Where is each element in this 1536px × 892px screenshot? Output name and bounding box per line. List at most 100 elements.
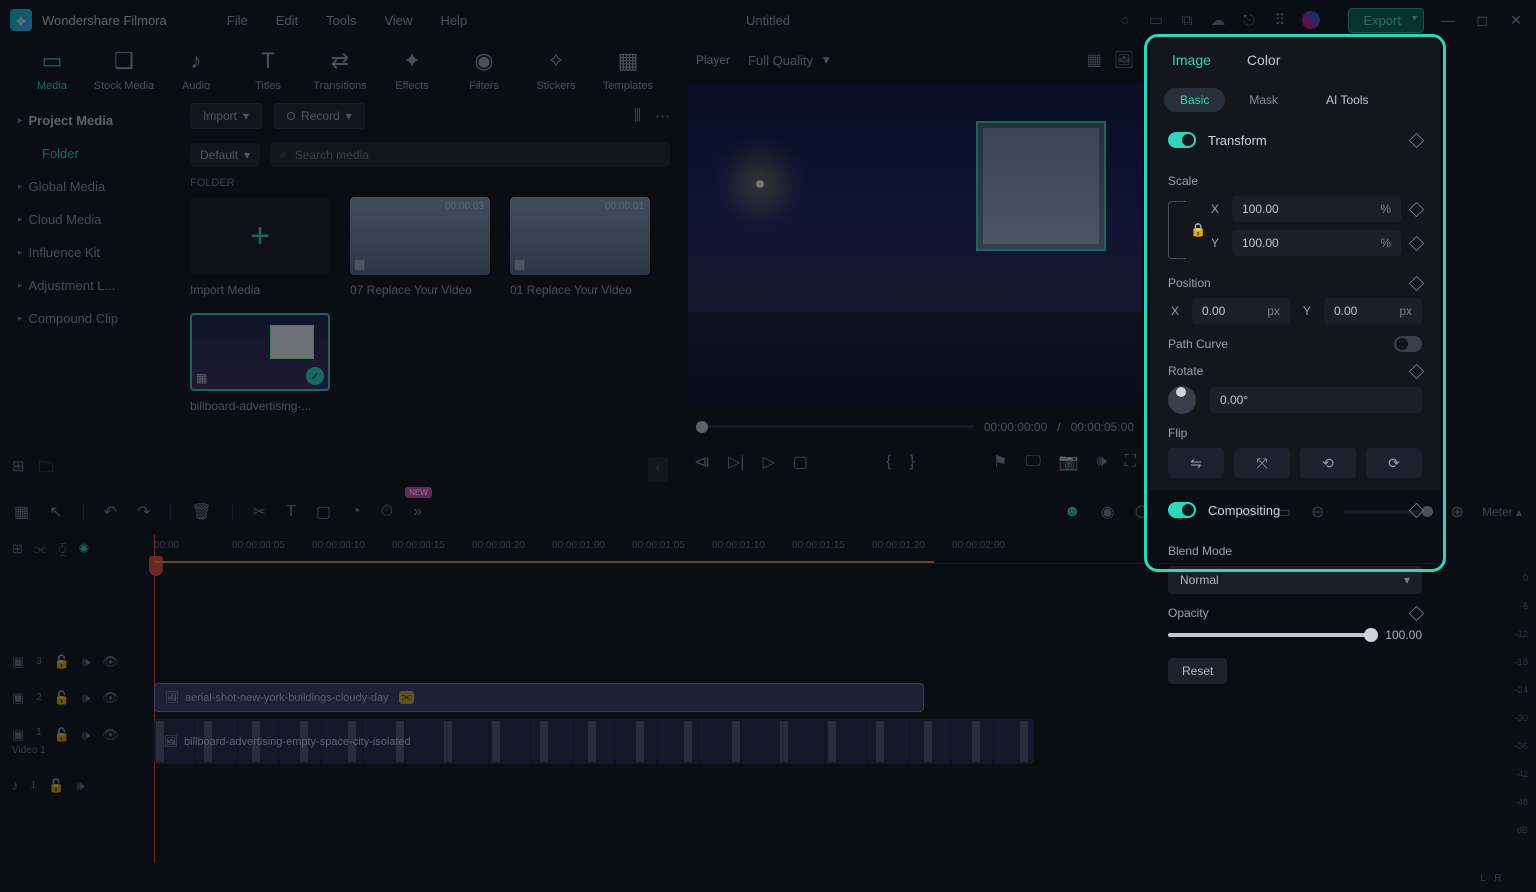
link-icon[interactable]: ⫘	[35, 541, 47, 557]
lock-icon[interactable]: 🔓	[54, 654, 70, 670]
menu-edit[interactable]: Edit	[276, 13, 298, 28]
redo-icon[interactable]: ↷	[137, 502, 150, 522]
keyframe-icon[interactable]	[1409, 605, 1425, 621]
tl-grid-icon[interactable]: ▦	[14, 502, 29, 522]
tab-media[interactable]: ▭Media	[16, 48, 88, 92]
thumb-video-07[interactable]: 00:00:03▦ 07 Replace Your Video	[350, 197, 490, 297]
tab-filters[interactable]: ◉Filters	[448, 48, 520, 92]
media-search[interactable]: ⌕	[270, 142, 670, 167]
undo-icon[interactable]: ↶	[104, 502, 117, 522]
circle-icon[interactable]: ○	[1116, 12, 1133, 29]
flip-horizontal-button[interactable]: ⇋	[1168, 448, 1224, 478]
window-minimize-icon[interactable]: —	[1438, 12, 1458, 28]
snapshot-icon[interactable]: 📷	[1059, 452, 1079, 472]
marker-icon[interactable]: ⚑	[993, 452, 1007, 472]
import-button[interactable]: Import ▾	[190, 103, 262, 129]
folder-icon[interactable]: 🗀	[39, 457, 54, 482]
color-icon[interactable]: ◔	[351, 503, 361, 521]
collapse-nav-icon[interactable]: ‹	[648, 457, 668, 482]
eye-icon[interactable]: 👁	[102, 727, 119, 743]
player-scrubber[interactable]	[696, 425, 974, 429]
clip-main-video[interactable]: 🖼 billboard-advertising-empty-space-city…	[154, 719, 1034, 764]
lock-icon[interactable]: 🔓	[54, 727, 70, 743]
mark-in-icon[interactable]: {	[886, 453, 891, 471]
keyframe-icon[interactable]	[1409, 201, 1425, 217]
more-tl-icon[interactable]: »	[413, 503, 422, 521]
new-folder-icon[interactable]: ⊞	[12, 457, 25, 482]
playhead-handle[interactable]	[149, 556, 163, 576]
toggle-track-icon[interactable]: ⊞	[12, 541, 23, 557]
menu-view[interactable]: View	[384, 13, 412, 28]
tab-stock-media[interactable]: ❑Stock Media	[88, 48, 160, 92]
layout-grid-icon[interactable]: ▦	[1087, 50, 1102, 70]
thumb-billboard[interactable]: ▦✓ billboard-advertising-...	[190, 313, 330, 413]
nav-global-media[interactable]: Global Media	[0, 170, 180, 203]
tab-templates[interactable]: ▦Templates	[592, 48, 664, 92]
nav-cloud-media[interactable]: Cloud Media	[0, 203, 180, 236]
avatar-icon[interactable]	[1302, 11, 1320, 29]
blend-mode-select[interactable]: Normal	[1168, 566, 1422, 594]
magnet-icon[interactable]: ⧲	[59, 541, 67, 557]
delete-icon[interactable]: 🗑	[191, 502, 211, 522]
mute-icon[interactable]: 🕪	[82, 690, 90, 706]
tab-titles[interactable]: TTitles	[232, 48, 304, 92]
scale-x-input[interactable]: 100.00%	[1232, 196, 1401, 222]
lock-icon[interactable]: 🔓	[54, 690, 70, 706]
subtab-ai-tools[interactable]: AI Tools	[1310, 88, 1384, 112]
nav-folder[interactable]: Folder	[0, 137, 180, 170]
menu-tools[interactable]: Tools	[326, 13, 356, 28]
marker-tl-icon[interactable]: ⬡	[1135, 502, 1149, 522]
opacity-slider[interactable]	[1168, 633, 1371, 637]
rotate-knob[interactable]	[1168, 386, 1196, 414]
reset-button[interactable]: Reset	[1168, 658, 1227, 684]
inspector-tab-image[interactable]: Image	[1172, 52, 1211, 78]
rotate-cw-button[interactable]: ⟲	[1300, 448, 1356, 478]
prev-frame-icon[interactable]: ⧏	[694, 452, 710, 472]
split-icon[interactable]: ✂	[253, 502, 266, 522]
search-input[interactable]	[295, 148, 660, 162]
ai-icon[interactable]: ☻	[1064, 503, 1081, 521]
window-close-icon[interactable]: ✕	[1506, 12, 1526, 29]
tab-transitions[interactable]: ⇄Transitions	[304, 48, 376, 92]
nav-project-media[interactable]: Project Media	[0, 104, 180, 137]
speed-icon[interactable]: ⏱NEW	[381, 503, 393, 521]
thumb-video-01[interactable]: 00:00:01▦ 01 Replace Your Video	[510, 197, 650, 297]
copy-icon[interactable]: ⧉	[1178, 12, 1195, 29]
nav-adjustment-layer[interactable]: Adjustment L...	[0, 269, 180, 302]
path-curve-toggle[interactable]	[1394, 336, 1422, 352]
tab-effects[interactable]: ✦Effects	[376, 48, 448, 92]
mute-icon[interactable]: 🕪	[76, 778, 84, 794]
cloud-icon[interactable]: ☁	[1209, 12, 1226, 29]
inspector-tab-color[interactable]: Color	[1247, 52, 1280, 78]
rotate-ccw-button[interactable]: ⟳	[1366, 448, 1422, 478]
subtab-mask[interactable]: Mask	[1233, 88, 1294, 112]
more-icon[interactable]: ⋯	[655, 107, 670, 125]
meter-toggle[interactable]: Meter ▴	[1482, 505, 1522, 519]
quality-dropdown[interactable]: Full Quality ▾	[748, 52, 830, 68]
scale-y-input[interactable]: 100.00%	[1232, 230, 1401, 256]
keyframe-icon[interactable]	[1409, 132, 1425, 148]
position-y-input[interactable]: 0.00px	[1324, 298, 1422, 324]
eye-icon[interactable]: 👁	[102, 654, 119, 670]
lock-icon[interactable]: 🔓	[48, 778, 64, 794]
zoom-in-icon[interactable]: ⊕	[1451, 502, 1464, 522]
play-icon[interactable]: ▷	[762, 452, 774, 472]
nav-compound-clip[interactable]: Compound Clip	[0, 302, 180, 335]
display-icon[interactable]: 🖵	[1025, 453, 1040, 471]
position-x-input[interactable]: 0.00px	[1192, 298, 1290, 324]
image-icon[interactable]: 🖼	[1114, 50, 1134, 70]
preview-viewport[interactable]	[688, 82, 1142, 410]
window-maximize-icon[interactable]: ◻	[1472, 12, 1492, 29]
sort-dropdown[interactable]: Default ▾	[190, 143, 260, 167]
keyframe-icon[interactable]	[1409, 275, 1425, 291]
tl-cursor-icon[interactable]: ↖	[49, 502, 62, 522]
tab-audio[interactable]: ♪Audio	[160, 48, 232, 92]
mute-icon[interactable]: 🕪	[82, 727, 90, 743]
filter-icon[interactable]: ⫼	[634, 107, 641, 125]
transform-toggle[interactable]	[1168, 132, 1196, 148]
menu-help[interactable]: Help	[440, 13, 467, 28]
subtab-basic[interactable]: Basic	[1164, 88, 1225, 112]
apps-icon[interactable]: ⠿	[1271, 12, 1288, 29]
volume-icon[interactable]: 🕪	[1097, 453, 1107, 471]
thumb-import[interactable]: + Import Media	[190, 197, 330, 297]
